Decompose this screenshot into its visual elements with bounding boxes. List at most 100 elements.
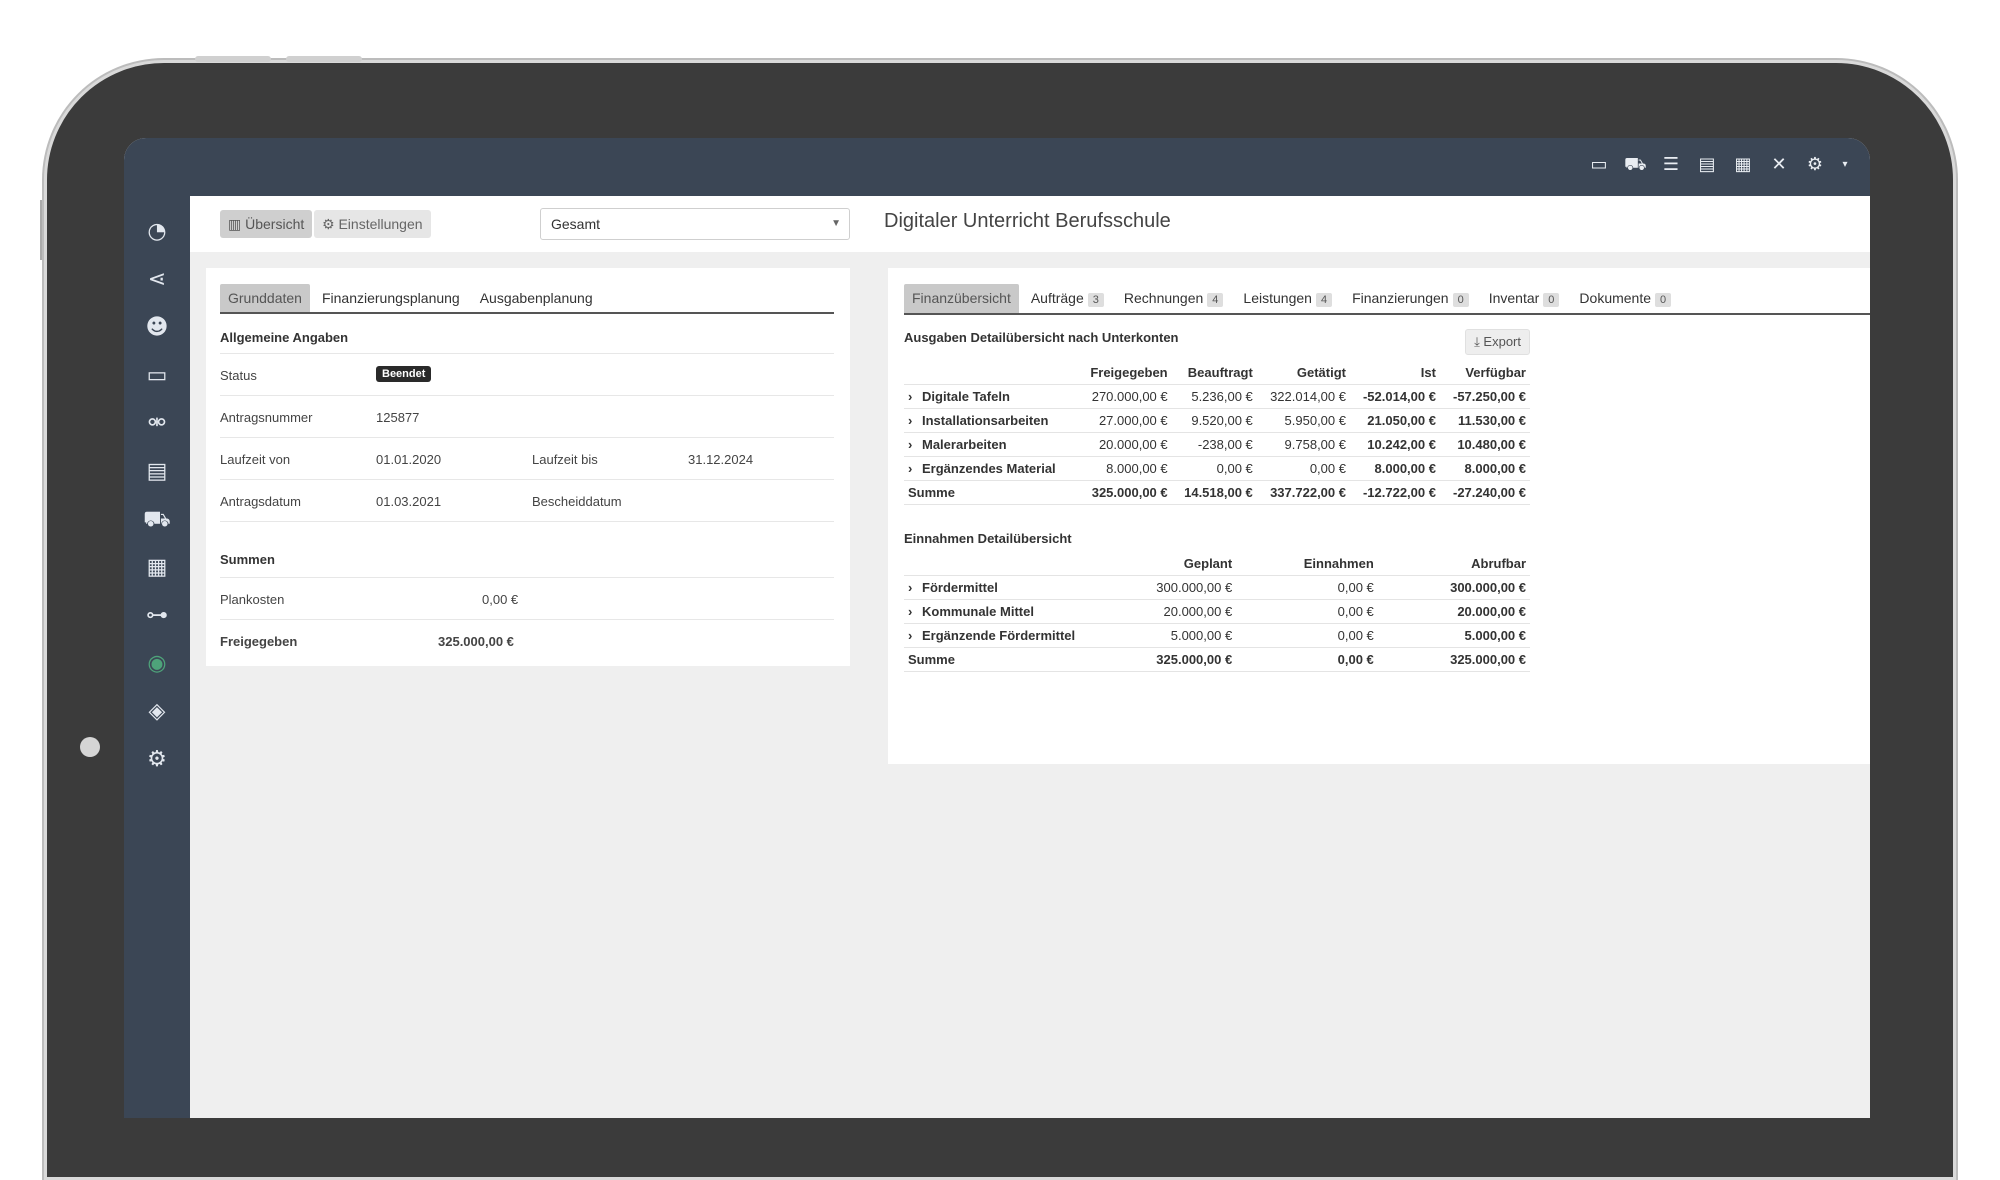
value-cell: 8.000,00 € [1349,456,1440,481]
chevron-right-icon[interactable]: › [908,628,922,643]
monitor-icon[interactable]: ▭ [138,360,176,392]
table-row[interactable]: › Malerarbeiten 20.000,00 € -238,00 €9.758,… [904,432,1530,457]
table-row[interactable]: › Ergänzende Fördermittel 5.000,00 €0,00 €… [904,623,1530,648]
section-general: Allgemeine Angaben [220,322,834,354]
value-cell: -238,00 € [1171,432,1257,457]
overview-label: Übersicht [245,216,305,232]
plankosten-row: Plankosten 0,00 € [220,578,834,620]
document-icon[interactable]: ▦ [1732,154,1754,176]
top-bar: ▭ ⛟ ☰ ▤ ▦ ✕ ⚙ ▾ [124,138,1870,196]
table-row[interactable]: › Ergänzendes Material 8.000,00 €0,00 €0,0… [904,456,1530,481]
calendar-icon[interactable]: ▭ [1588,154,1610,176]
tab-ausgabenplanung[interactable]: Ausgabenplanung [472,284,601,312]
export-button[interactable]: ⤓ Export [1465,329,1530,355]
antragsdatum-row: Antragsdatum 01.03.2021 Bescheiddatum [220,480,834,522]
tools-icon[interactable]: ✕ [1768,154,1790,176]
tab-finanz-bersicht[interactable]: Finanzübersicht [904,284,1019,313]
tab-finanzierungsplanung[interactable]: Finanzierungsplanung [314,284,468,312]
tab-leistungen[interactable]: Leistungen 4 [1235,284,1340,313]
value-cell: 9.520,00 € [1171,408,1257,433]
value-cell: 0,00 € [1171,456,1257,481]
share-icon[interactable]: ⋖ [138,264,176,296]
tab-rechnungen[interactable]: Rechnungen 4 [1116,284,1232,313]
chevron-right-icon[interactable]: › [908,604,922,619]
column-header: Getätigt [1256,361,1350,385]
antragsnummer-value: 125877 [376,410,420,425]
value-cell: 0,00 € [1236,647,1378,672]
value-cell: 27.000,00 € [1076,408,1172,433]
table-row[interactable]: › Installationsarbeiten 27.000,00 €9.520,0… [904,408,1530,433]
column-header: Ist [1349,361,1440,385]
bescheiddatum-label: Bescheiddatum [532,494,622,509]
value-cell: 325.000,00 € [1377,647,1530,672]
tab-dokumente[interactable]: Dokumente 0 [1571,284,1679,313]
settings-button[interactable]: ⚙ Einstellungen [314,210,431,238]
finance-panel: Finanzübersicht Aufträge 3 Rechnungen 4 Leist… [888,268,1870,764]
dashboard-icon[interactable]: ◔ [138,216,176,248]
row-label-cell: › Fördermittel [904,575,1084,600]
chevron-down-icon[interactable]: ▾ [1840,154,1850,176]
tab-label: Rechnungen [1123,290,1204,306]
value-cell: 0,00 € [1236,623,1378,648]
row-label: Summe [908,652,955,667]
row-label-cell: › Digitale Tafeln [904,384,1077,409]
tab-auftr-ge[interactable]: Aufträge 3 [1023,284,1112,313]
shield-icon[interactable]: ◈ [138,696,176,728]
column-header: Verfügbar [1439,361,1530,385]
value-cell: 20.000,00 € [1084,599,1237,624]
laufzeit-bis-label: Laufzeit bis [532,452,598,467]
toolbox-icon[interactable]: ⛟ [1624,154,1647,176]
chevron-right-icon[interactable]: › [908,413,922,428]
table-row[interactable]: › Digitale Tafeln 270.000,00 €5.236,00 €32… [904,384,1530,409]
value-cell: 325.000,00 € [1076,480,1172,505]
freigegeben-value: 325.000,00 € [438,634,514,649]
value-cell: 0,00 € [1236,599,1378,624]
app-screen: ▭ ⛟ ☰ ▤ ▦ ✕ ⚙ ▾ ◔ ⋖ ☻ ▭ ⚮ ▤ ⛟ ▦ ⊶ ◉ ◈ ⚙ … [124,138,1870,1118]
chevron-right-icon[interactable]: › [908,461,922,476]
table-row[interactable]: › Fördermittel 300.000,00 €0,00 €300.000,0… [904,575,1530,600]
plankosten-label: Plankosten [220,592,285,607]
tab-label: Aufträge [1030,290,1084,306]
column-header: Abrufbar [1377,552,1530,576]
sum-row: Summe 325.000,00 €14.518,00 €337.722,00 €… [904,480,1530,505]
handshake-icon[interactable]: ⚮ [138,408,176,440]
scope-select[interactable]: Gesamt ▼ [540,208,850,240]
tab-finanzierungen[interactable]: Finanzierungen 0 [1344,284,1477,313]
row-label: Malerarbeiten [922,437,1007,452]
chevron-right-icon[interactable]: › [908,389,922,404]
grunddaten-panel: Grunddaten Finanzierungsplanung Ausgaben… [206,268,850,666]
status-label: Status [220,368,257,383]
freigegeben-label: Freigegeben [220,634,298,649]
content-header: ▥ Übersicht ⚙ Einstellungen Gesamt ▼ Dig… [190,196,1870,252]
tab-inventar[interactable]: Inventar 0 [1481,284,1568,313]
settings-icon[interactable]: ⚙ [138,744,176,776]
value-cell: 14.518,00 € [1171,480,1257,505]
checklist-icon[interactable]: ☰ [1660,154,1682,176]
chevron-right-icon[interactable]: › [908,437,922,452]
laufzeit-row: Laufzeit von 01.01.2020 Laufzeit bis 31.… [220,438,834,480]
tab-grunddaten[interactable]: Grunddaten [220,284,310,312]
row-label-cell: Summe [904,647,1084,672]
chevron-right-icon[interactable]: › [908,580,922,595]
sitemap-icon[interactable]: ⊶ [138,600,176,632]
row-label-cell: Summe [904,480,1077,505]
cart-icon[interactable]: ⛟ [138,504,176,536]
antragsnummer-label: Antragsnummer [220,410,313,425]
row-label-cell: › Malerarbeiten [904,432,1077,457]
overview-button[interactable]: ▥ Übersicht [220,210,313,238]
clipboard-icon[interactable]: ▤ [1696,154,1718,176]
plankosten-value: 0,00 € [482,592,519,607]
scope-select-value: Gesamt [551,216,601,232]
receipt-icon[interactable]: ▤ [138,456,176,488]
money-icon[interactable]: ◉ [138,648,176,680]
tablet-edge [40,200,42,260]
users-icon[interactable]: ☻ [138,312,176,344]
row-label: Digitale Tafeln [922,389,1010,404]
table-row[interactable]: › Kommunale Mittel 20.000,00 €0,00 €20.000… [904,599,1530,624]
boxes-icon[interactable]: ▦ [138,552,176,584]
column-header: Einnahmen [1236,552,1378,576]
gears-icon[interactable]: ⚙ [1804,154,1826,176]
summen-title: Summen [220,552,275,567]
value-cell: 20.000,00 € [1377,599,1530,624]
value-cell: 300.000,00 € [1377,575,1530,600]
